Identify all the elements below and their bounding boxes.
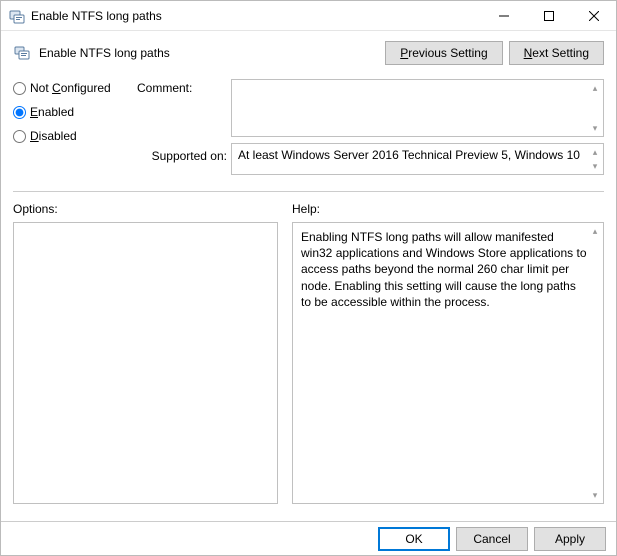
maximize-button[interactable]	[526, 1, 571, 30]
app-icon	[9, 8, 25, 24]
dialog-footer: OK Cancel Apply	[1, 521, 616, 555]
radio-disabled-input[interactable]	[13, 130, 26, 143]
help-text: Enabling NTFS long paths will allow mani…	[301, 230, 587, 309]
policy-icon	[13, 44, 31, 62]
ok-button[interactable]: OK	[378, 527, 450, 551]
scroll-down-icon: ▾	[589, 489, 601, 501]
scroll-down-icon: ▾	[589, 160, 601, 172]
scroll-down-icon: ▾	[589, 122, 601, 134]
scroll-up-icon: ▴	[589, 82, 601, 94]
radio-not-configured[interactable]: Not Configured	[13, 81, 133, 95]
radio-label: Not Configured	[30, 81, 111, 95]
scroll-up-icon: ▴	[589, 146, 601, 158]
radio-label: Enabled	[30, 105, 74, 119]
options-panel[interactable]	[13, 222, 278, 504]
window-title: Enable NTFS long paths	[31, 9, 170, 23]
radio-label: Disabled	[30, 129, 77, 143]
previous-setting-button[interactable]: Previous Setting	[385, 41, 502, 65]
next-setting-button[interactable]: Next Setting	[509, 41, 604, 65]
radio-not-configured-input[interactable]	[13, 82, 26, 95]
policy-title: Enable NTFS long paths	[39, 46, 385, 60]
cancel-button[interactable]: Cancel	[456, 527, 528, 551]
radio-enabled[interactable]: Enabled	[13, 105, 133, 119]
help-label: Help:	[292, 202, 604, 216]
apply-button[interactable]: Apply	[534, 527, 606, 551]
close-button[interactable]	[571, 1, 616, 30]
help-panel: Enabling NTFS long paths will allow mani…	[292, 222, 604, 504]
minimize-button[interactable]	[481, 1, 526, 30]
comment-field[interactable]: ▴ ▾	[231, 79, 604, 137]
radio-enabled-input[interactable]	[13, 106, 26, 119]
supported-on-label: Supported on:	[137, 143, 227, 163]
comment-label: Comment:	[137, 79, 227, 95]
scroll-up-icon: ▴	[589, 225, 601, 237]
supported-on-text: At least Windows Server 2016 Technical P…	[238, 148, 580, 162]
titlebar: Enable NTFS long paths	[1, 1, 616, 31]
radio-disabled[interactable]: Disabled	[13, 129, 133, 143]
options-label: Options:	[13, 202, 278, 216]
supported-on-field: At least Windows Server 2016 Technical P…	[231, 143, 604, 175]
